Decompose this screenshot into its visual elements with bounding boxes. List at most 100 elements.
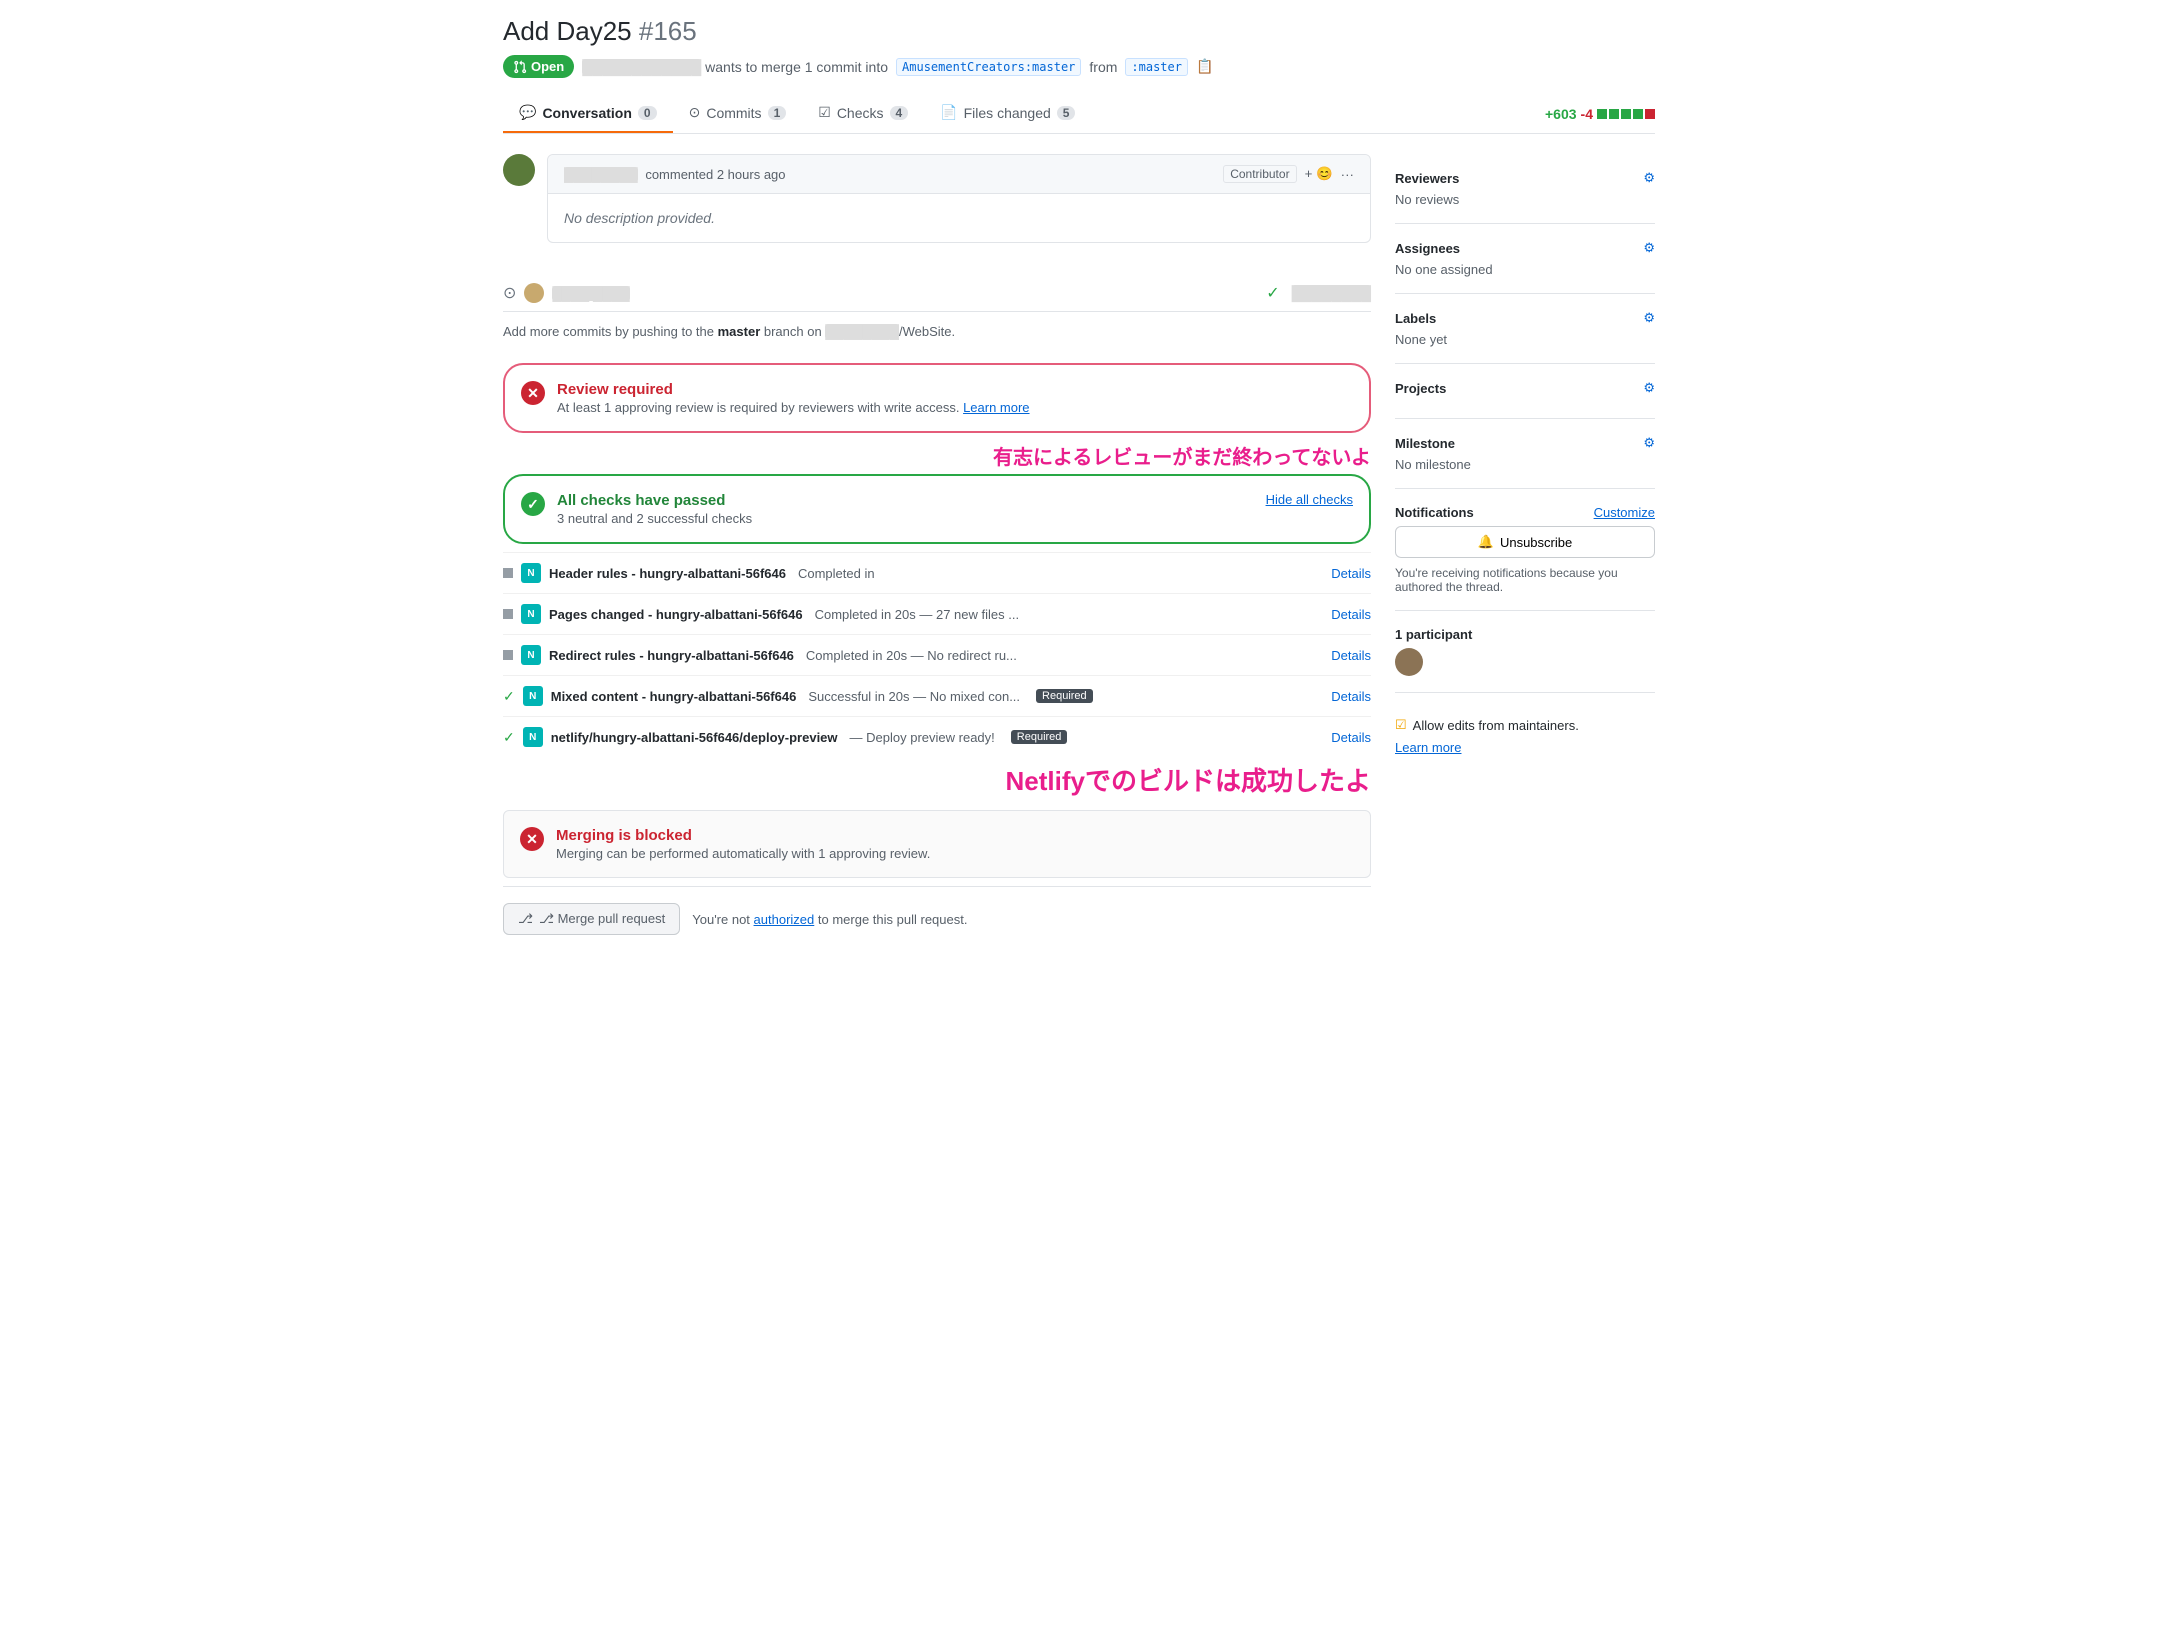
more-button[interactable]: ··· <box>1341 167 1354 182</box>
commit-row: ⊙ ████ ████ ✓ ████████ <box>503 275 1371 312</box>
files-icon: 📄 <box>940 104 957 121</box>
jp-annotation-1: 有志によるレビューがまだ終わってないよ <box>503 441 1371 470</box>
customize-link[interactable]: Customize <box>1594 505 1655 520</box>
comment-body: No description provided. <box>548 194 1370 242</box>
conversation-count: 0 <box>638 106 657 120</box>
tab-commits[interactable]: ⊙ Commits 1 <box>673 94 803 133</box>
check-link-1[interactable]: Details <box>1331 566 1371 581</box>
check-link-2[interactable]: Details <box>1331 607 1371 622</box>
jp-text-2: Netlifyでのビルドは成功したよ <box>1006 766 1371 796</box>
sidebar-participants: 1 participant <box>1395 611 1655 693</box>
review-title: Review required <box>557 381 1353 398</box>
merge-button[interactable]: ⎇ ⎇ Merge pull request <box>503 903 680 935</box>
sidebar-milestone: Milestone ⚙ No milestone <box>1395 419 1655 489</box>
status-text: Open <box>531 59 564 74</box>
check-link-3[interactable]: Details <box>1331 648 1371 663</box>
comment-header: ████████ commented 2 hours ago Contribut… <box>548 155 1370 194</box>
unsub-note: You're receiving notifications because y… <box>1395 566 1655 594</box>
pr-sidebar: Reviewers ⚙ No reviews Assignees ⚙ No on… <box>1395 154 1655 951</box>
tab-checks[interactable]: ☑ Checks 4 <box>802 94 924 133</box>
checks-desc: 3 neutral and 2 successful checks <box>557 511 1254 526</box>
check-neutral-icon-2 <box>503 609 513 619</box>
checkbox-label: Allow edits from maintainers. <box>1413 718 1579 733</box>
blocking-title: Merging is blocked <box>556 827 930 844</box>
hide-checks-link[interactable]: Hide all checks <box>1266 492 1353 507</box>
check-neutral-icon-1 <box>503 568 513 578</box>
tab-files[interactable]: 📄 Files changed 5 <box>924 94 1091 133</box>
checks-passed-block: ✓ All checks have passed 3 neutral and 2… <box>503 474 1371 544</box>
reviewers-value: No reviews <box>1395 192 1655 207</box>
reviewers-label: Reviewers ⚙ <box>1395 170 1655 186</box>
participants-label: 1 participant <box>1395 627 1655 642</box>
diff-block-3 <box>1621 109 1631 119</box>
bell-icon: 🔔 <box>1478 534 1494 550</box>
commit-check-icon: ✓ <box>1266 283 1279 303</box>
checks-icon: ☑ <box>818 104 831 121</box>
milestone-label: Milestone ⚙ <box>1395 435 1655 451</box>
comment-actions: Contributor + 😊 ··· <box>1223 165 1354 183</box>
pr-meta: Open ████████████ wants to merge 1 commi… <box>503 55 1655 78</box>
source-branch[interactable]: :master <box>1125 58 1188 76</box>
open-badge: Open <box>503 55 574 78</box>
labels-gear[interactable]: ⚙ <box>1643 310 1655 326</box>
blocking-x-icon: ✕ <box>520 827 544 851</box>
notifications-label: Notifications Customize <box>1395 505 1655 520</box>
pr-tabs: 💬 Conversation 0 ⊙ Commits 1 ☑ Checks 4 … <box>503 94 1655 134</box>
review-learn-more[interactable]: Learn more <box>963 400 1029 415</box>
additions: +603 <box>1545 106 1577 122</box>
check-detail-1: Completed in <box>798 566 875 581</box>
pr-title-text: Add Day25 <box>503 16 632 46</box>
checkbox-icon: ☑ <box>1395 717 1407 733</box>
merge-section: ✕ Review required At least 1 approving r… <box>503 363 1371 951</box>
check-name-4: Mixed content - hungry-albattani-56f646 <box>551 689 797 704</box>
projects-gear[interactable]: ⚙ <box>1643 380 1655 396</box>
blocking-content: Merging is blocked Merging can be perfor… <box>556 827 930 861</box>
check-link-5[interactable]: Details <box>1331 730 1371 745</box>
pr-header: Add Day25 #165 Open ████████████ wants t… <box>503 16 1655 78</box>
maintainers-checkbox-row: ☑ Allow edits from maintainers. <box>1395 717 1655 733</box>
jp-text-1: 有志によるレビューがまだ終わってないよ <box>993 447 1371 469</box>
merge-area: ⎇ ⎇ Merge pull request You're not author… <box>503 886 1371 951</box>
authorized-link[interactable]: authorized <box>754 912 815 927</box>
sidebar-labels: Labels ⚙ None yet <box>1395 294 1655 364</box>
checks-content: All checks have passed 3 neutral and 2 s… <box>557 492 1254 526</box>
check-success-icon-4: ✓ <box>503 688 515 705</box>
diff-block-2 <box>1609 109 1619 119</box>
assignees-label: Assignees ⚙ <box>1395 240 1655 256</box>
copy-icon[interactable]: 📋 <box>1196 58 1213 75</box>
reviewers-gear[interactable]: ⚙ <box>1643 170 1655 186</box>
merge-icon-btn: ⎇ <box>518 911 533 927</box>
participants-list <box>1395 648 1655 676</box>
sidebar-assignees: Assignees ⚙ No one assigned <box>1395 224 1655 294</box>
target-branch[interactable]: AmusementCreators:master <box>896 58 1081 76</box>
emoji-button[interactable]: + 😊 <box>1305 166 1333 182</box>
check-row-3: N Redirect rules - hungry-albattani-56f6… <box>503 634 1371 675</box>
unsubscribe-button[interactable]: 🔔 Unsubscribe <box>1395 526 1655 558</box>
comment-box: ████████ commented 2 hours ago Contribut… <box>547 154 1371 243</box>
milestone-gear[interactable]: ⚙ <box>1643 435 1655 451</box>
check-row-5: ✓ N netlify/hungry-albattani-56f646/depl… <box>503 716 1371 757</box>
tab-conversation[interactable]: 💬 Conversation 0 <box>503 94 673 133</box>
sidebar-projects: Projects ⚙ <box>1395 364 1655 419</box>
check-success-icon-5: ✓ <box>503 729 515 746</box>
participant-avatar-1[interactable] <box>1395 648 1423 676</box>
contributor-badge: Contributor <box>1223 165 1296 183</box>
check-name-5: netlify/hungry-albattani-56f646/deploy-p… <box>551 730 838 745</box>
required-badge-4: Required <box>1036 689 1093 703</box>
learn-more-link[interactable]: Learn more <box>1395 740 1461 755</box>
diff-block-4 <box>1633 109 1643 119</box>
comment-container: ████████ commented 2 hours ago Contribut… <box>503 154 1371 259</box>
pr-main: ████████ commented 2 hours ago Contribut… <box>503 154 1371 951</box>
merge-icon: ⊙ <box>503 283 516 303</box>
check-detail-3: Completed in 20s — No redirect ru... <box>806 648 1017 663</box>
check-detail-5: — Deploy preview ready! <box>850 730 995 745</box>
review-x-icon: ✕ <box>521 381 545 405</box>
commits-count: 1 <box>768 106 787 120</box>
sidebar-maintainers: ☑ Allow edits from maintainers. Learn mo… <box>1395 693 1655 771</box>
commit-blurred: ████████ <box>1292 285 1371 301</box>
branch-info: Add more commits by pushing to the maste… <box>503 312 1371 351</box>
check-link-4[interactable]: Details <box>1331 689 1371 704</box>
check-name-3: Redirect rules - hungry-albattani-56f646 <box>549 648 794 663</box>
review-required-block: ✕ Review required At least 1 approving r… <box>503 363 1371 433</box>
assignees-gear[interactable]: ⚙ <box>1643 240 1655 256</box>
